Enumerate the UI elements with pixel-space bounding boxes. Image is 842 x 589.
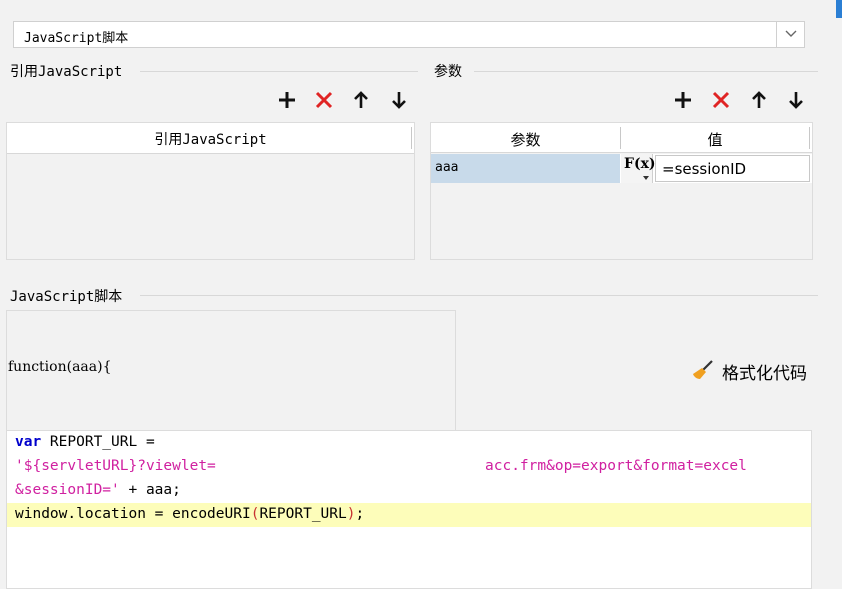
- parameter-value: =sessionID: [662, 160, 747, 178]
- add-reference-button[interactable]: [276, 89, 298, 111]
- dropdown-toggle[interactable]: [776, 22, 804, 47]
- dropdown-selected-value: JavaScript脚本: [24, 31, 129, 46]
- formula-editor-button[interactable]: F(x): [621, 154, 656, 183]
- code-editor[interactable]: var REPORT_URL = '${servletURL}?viewlet=…: [6, 430, 812, 589]
- code-line-4: window.location = encodeURI(REPORT_URL);: [15, 506, 365, 522]
- redacted-region: [257, 457, 485, 475]
- broom-icon: [693, 360, 713, 379]
- script-type-dropdown[interactable]: JavaScript脚本: [13, 21, 805, 48]
- move-up-parameter-button[interactable]: [748, 89, 770, 111]
- arrow-up-icon: [354, 91, 368, 108]
- code-line-1: var REPORT_URL =: [15, 434, 155, 450]
- function-signature: function(aaa){: [8, 359, 112, 375]
- column-header-referenced-js: 引用JavaScript: [154, 132, 267, 148]
- table-header: 参数 值: [431, 123, 812, 153]
- column-header-value: 值: [707, 131, 723, 149]
- referenced-js-title: 引用JavaScript: [10, 64, 123, 80]
- column-separator: [411, 127, 412, 149]
- close-icon: [712, 91, 730, 109]
- plus-icon: [675, 92, 691, 108]
- caret-down-icon: [643, 176, 649, 180]
- move-up-reference-button[interactable]: [350, 89, 372, 111]
- formula-icon: F(x): [624, 156, 656, 172]
- script-section-title: JavaScript脚本: [10, 289, 123, 305]
- parameters-title: 参数: [434, 64, 462, 80]
- delete-reference-button[interactable]: [313, 89, 335, 111]
- code-line-2-tail: acc.frm&op=export&format=excel: [485, 458, 747, 474]
- column-header-parameter: 参数: [510, 131, 541, 149]
- table-header: 引用JavaScript: [7, 123, 414, 154]
- move-down-reference-button[interactable]: [388, 89, 410, 111]
- section-divider: [140, 295, 818, 296]
- arrow-down-icon: [789, 92, 803, 109]
- function-signature-area: function(aaa){: [6, 310, 456, 432]
- close-icon: [315, 91, 333, 109]
- referenced-js-table: 引用JavaScript: [6, 122, 415, 260]
- arrow-down-icon: [392, 92, 406, 109]
- code-line-3: &sessionID=' + aaa;: [15, 482, 181, 498]
- code-line-2: '${servletURL}?viewlet=: [15, 458, 216, 474]
- arrow-up-icon: [752, 91, 766, 108]
- chevron-down-icon: [785, 30, 797, 37]
- vertical-scrollbar-thumb[interactable]: [836, 0, 842, 18]
- parameter-name: aaa: [435, 160, 459, 175]
- section-divider: [140, 71, 418, 72]
- table-row[interactable]: aaa F(x) =sessionID: [431, 154, 812, 183]
- column-separator: [809, 127, 810, 149]
- add-parameter-button[interactable]: [672, 89, 694, 111]
- parameters-table: 参数 值 aaa F(x) =sessionID: [430, 122, 813, 260]
- section-divider: [474, 71, 818, 72]
- delete-parameter-button[interactable]: [710, 89, 732, 111]
- format-code-label: 格式化代码: [722, 364, 807, 384]
- parameter-name-cell[interactable]: aaa: [431, 154, 620, 183]
- parameter-value-input[interactable]: =sessionID: [655, 155, 810, 182]
- move-down-parameter-button[interactable]: [785, 89, 807, 111]
- plus-icon: [279, 92, 295, 108]
